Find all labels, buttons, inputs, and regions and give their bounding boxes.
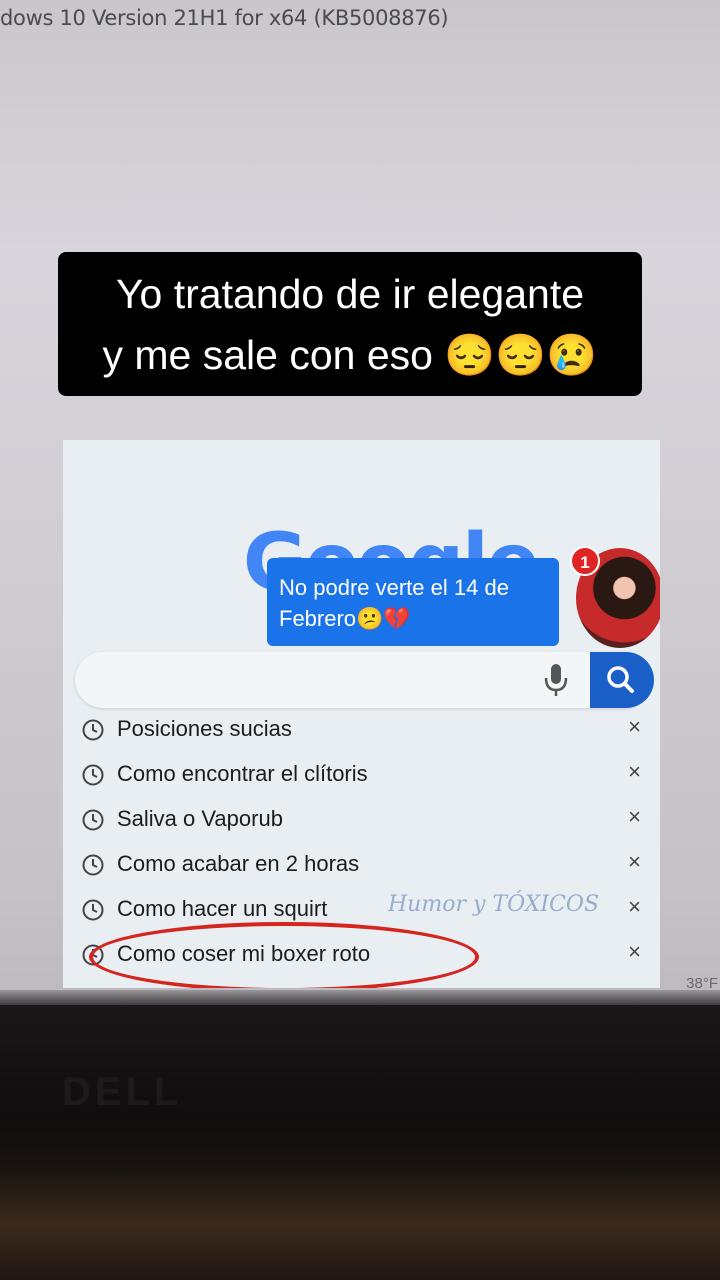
history-item-label: Como hacer un squirt bbox=[117, 896, 328, 921]
close-icon[interactable]: × bbox=[628, 894, 641, 920]
close-icon[interactable]: × bbox=[628, 939, 641, 965]
watermark: Humor y TÓXICOS bbox=[388, 892, 600, 917]
google-screenshot: Google No podre verte el 14 de Febrero😕💔… bbox=[63, 440, 660, 988]
history-item[interactable]: Posiciones sucias × bbox=[81, 710, 641, 750]
history-item[interactable]: Como acabar en 2 horas × bbox=[81, 845, 641, 885]
os-version-text: dows 10 Version 21H1 for x64 (KB5008876) bbox=[0, 6, 449, 30]
notification-line-2: Febrero😕💔 bbox=[279, 606, 411, 631]
monitor-bottom: DELL bbox=[0, 1005, 720, 1280]
brand-logo: DELL bbox=[62, 1070, 183, 1114]
history-item-label: Como acabar en 2 horas bbox=[117, 851, 360, 876]
caption-line-2: y me sale con eso 😔😔😢 bbox=[102, 332, 598, 378]
caption-box: Yo tratando de ir elegante y me sale con… bbox=[58, 252, 642, 396]
mic-icon[interactable] bbox=[541, 662, 571, 698]
highlight-circle bbox=[89, 922, 479, 988]
clock-icon bbox=[82, 809, 104, 831]
caption-line-1: Yo tratando de ir elegante bbox=[115, 271, 585, 317]
clock-icon bbox=[82, 854, 104, 876]
notification-line-1: No podre verte el 14 de bbox=[279, 575, 509, 600]
close-icon[interactable]: × bbox=[628, 759, 641, 785]
history-item[interactable]: Saliva o Vaporub × bbox=[81, 800, 641, 840]
history-item[interactable]: Como encontrar el clítoris × bbox=[81, 755, 641, 795]
notification-badge: 1 bbox=[570, 546, 600, 576]
search-button[interactable] bbox=[590, 652, 654, 708]
close-icon[interactable]: × bbox=[628, 849, 641, 875]
clock-icon bbox=[82, 719, 104, 741]
notification-bubble[interactable]: No podre verte el 14 de Febrero😕💔 bbox=[267, 558, 559, 646]
clock-icon bbox=[82, 899, 104, 921]
search-icon bbox=[607, 666, 634, 693]
close-icon[interactable]: × bbox=[628, 714, 641, 740]
close-icon[interactable]: × bbox=[628, 804, 641, 830]
history-item-label: Posiciones sucias bbox=[117, 716, 292, 741]
history-item-label: Como encontrar el clítoris bbox=[117, 761, 368, 786]
history-item-label: Saliva o Vaporub bbox=[117, 806, 283, 831]
clock-icon bbox=[82, 764, 104, 786]
